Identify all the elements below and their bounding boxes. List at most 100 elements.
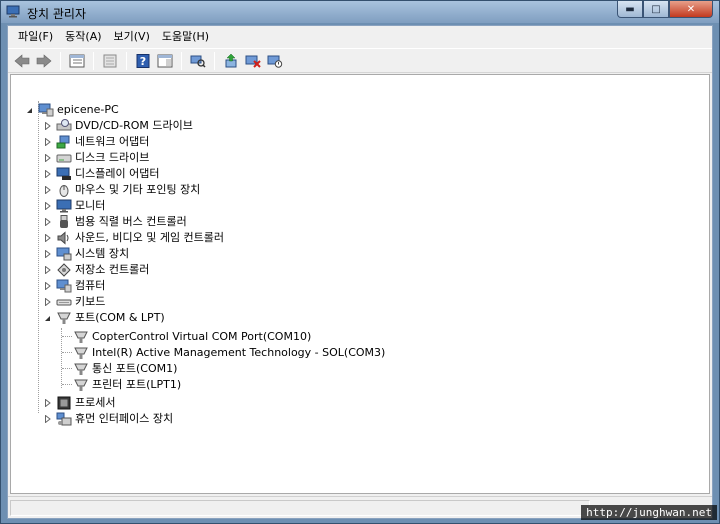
tree-node-keyboard[interactable]: 키보드 xyxy=(43,294,105,310)
tree-root-node[interactable]: epicene-PC xyxy=(25,102,119,118)
forward-button[interactable] xyxy=(33,51,55,71)
expand-arrow-icon[interactable] xyxy=(43,399,52,408)
minimize-button[interactable]: ▬ xyxy=(617,1,643,18)
tree-node-hid[interactable]: 휴먼 인터페이스 장치 xyxy=(43,411,173,427)
display-adapter-icon xyxy=(56,166,72,182)
tree-node-sound[interactable]: 사운드, 비디오 및 게임 컨트롤러 xyxy=(43,230,224,246)
tree-node-label: 시스템 장치 xyxy=(75,247,130,260)
tree-node-storage[interactable]: 저장소 컨트롤러 xyxy=(43,262,149,278)
disable-button[interactable] xyxy=(264,51,286,71)
dvd-drive-icon xyxy=(56,118,72,134)
tree-child-label: 통신 포트(COM1) xyxy=(92,362,178,375)
scan-hardware-button[interactable] xyxy=(187,51,209,71)
uninstall-button[interactable] xyxy=(242,51,264,71)
tree-node-system[interactable]: 시스템 장치 xyxy=(43,246,129,262)
computer-icon xyxy=(38,102,54,118)
expand-arrow-icon[interactable] xyxy=(43,298,52,307)
tree-node-ports[interactable]: 포트(COM & LPT) xyxy=(43,310,165,326)
title-bar[interactable]: 장치 관리자 ▬ □ ✕ xyxy=(1,1,719,23)
toolbar-separator xyxy=(214,51,215,70)
processor-icon xyxy=(56,395,72,411)
back-button[interactable] xyxy=(11,51,33,71)
tree-node-computer[interactable]: 컴퓨터 xyxy=(43,278,105,294)
tree-child-coptercontrol[interactable]: CopterControl Virtual COM Port(COM10) xyxy=(73,329,311,345)
port-icon xyxy=(73,377,89,393)
tree-node-label: 포트(COM & LPT) xyxy=(75,311,165,324)
close-button[interactable]: ✕ xyxy=(669,1,713,18)
collapse-arrow-icon[interactable] xyxy=(25,106,34,115)
tree-node-disk[interactable]: 디스크 드라이브 xyxy=(43,150,149,166)
system-devices-icon xyxy=(56,246,72,262)
tree-guide-line xyxy=(38,101,39,413)
sound-icon xyxy=(56,230,72,246)
storage-controller-icon xyxy=(56,262,72,278)
expand-arrow-icon[interactable] xyxy=(43,234,52,243)
tree-node-label: 저장소 컨트롤러 xyxy=(75,263,150,276)
expand-arrow-icon[interactable] xyxy=(43,266,52,275)
expand-arrow-icon[interactable] xyxy=(43,282,52,291)
gray-list-button[interactable] xyxy=(99,51,121,71)
mouse-icon xyxy=(56,182,72,198)
help-icon: ? xyxy=(136,53,150,68)
toolbar: ? xyxy=(8,48,712,73)
port-icon xyxy=(73,361,89,377)
expand-arrow-icon[interactable] xyxy=(43,250,52,259)
forward-icon xyxy=(36,53,52,68)
network-adapter-icon xyxy=(56,134,72,150)
console-pane-button[interactable] xyxy=(154,51,176,71)
update-driver-icon xyxy=(225,53,237,67)
tree-node-monitor[interactable]: 모니터 xyxy=(43,198,105,214)
tree-node-network[interactable]: 네트워크 어댑터 xyxy=(43,134,149,150)
gray-list-icon xyxy=(103,54,117,67)
menu-view[interactable]: 보기(V) xyxy=(108,28,156,46)
tree-node-label: 휴먼 인터페이스 장치 xyxy=(75,412,174,425)
expand-arrow-icon[interactable] xyxy=(43,122,52,131)
tree-child-label: Intel(R) Active Management Technology - … xyxy=(92,346,386,359)
tree-node-label: 디스플레이 어댑터 xyxy=(75,167,160,180)
expand-arrow-icon[interactable] xyxy=(43,202,52,211)
expand-arrow-icon[interactable] xyxy=(43,154,52,163)
tree-child-lpt1[interactable]: 프린터 포트(LPT1) xyxy=(73,377,181,393)
maximize-button[interactable]: □ xyxy=(643,1,669,18)
toolbar-separator xyxy=(181,51,182,70)
menu-file[interactable]: 파일(F) xyxy=(12,28,59,46)
expand-arrow-icon[interactable] xyxy=(43,138,52,147)
tree-guide-line xyxy=(62,368,72,369)
tree-guide-line xyxy=(62,336,72,337)
tree-guide-line xyxy=(62,384,72,385)
expand-arrow-icon[interactable] xyxy=(43,170,52,179)
toolbar-separator xyxy=(126,51,127,70)
tree-node-display[interactable]: 디스플레이 어댑터 xyxy=(43,166,159,182)
tree-node-usb[interactable]: 범용 직렬 버스 컨트롤러 xyxy=(43,214,187,230)
tree-node-processor[interactable]: 프로세서 xyxy=(43,395,115,411)
tree-node-mouse[interactable]: 마우스 및 기타 포인팅 장치 xyxy=(43,182,200,198)
expand-arrow-icon[interactable] xyxy=(43,186,52,195)
hid-icon xyxy=(56,411,72,427)
svg-text:?: ? xyxy=(140,55,146,68)
collapse-arrow-icon[interactable] xyxy=(43,314,52,323)
tree-node-label: 모니터 xyxy=(75,199,106,212)
tree-node-label: 범용 직렬 버스 컨트롤러 xyxy=(75,215,187,228)
properties-list-button[interactable] xyxy=(66,51,88,71)
port-icon xyxy=(73,345,89,361)
help-button[interactable]: ? xyxy=(132,51,154,71)
client-area: 파일(F) 동작(A) 보기(V) 도움말(H) ? epicene-PC DV… xyxy=(7,25,713,519)
menu-action[interactable]: 동작(A) xyxy=(59,28,107,46)
tree-child-intel-amt[interactable]: Intel(R) Active Management Technology - … xyxy=(73,345,385,361)
monitor-icon xyxy=(56,198,72,214)
menu-bar: 파일(F) 동작(A) 보기(V) 도움말(H) xyxy=(8,26,712,48)
window-title: 장치 관리자 xyxy=(27,7,87,21)
update-driver-button[interactable] xyxy=(220,51,242,71)
expand-arrow-icon[interactable] xyxy=(43,218,52,227)
status-pane xyxy=(10,500,590,516)
tree-child-com1[interactable]: 통신 포트(COM1) xyxy=(73,361,177,377)
console-pane-icon xyxy=(157,54,173,67)
menu-help[interactable]: 도움말(H) xyxy=(156,28,215,46)
disable-icon xyxy=(267,55,283,68)
device-tree[interactable]: epicene-PC DVD/CD-ROM 드라이브 네트워크 어댑터 디스크 … xyxy=(10,74,710,494)
tree-root-label: epicene-PC xyxy=(57,103,119,116)
expand-arrow-icon[interactable] xyxy=(43,415,52,424)
uninstall-icon xyxy=(245,55,261,68)
tree-guide-line xyxy=(61,328,62,388)
tree-node-dvd[interactable]: DVD/CD-ROM 드라이브 xyxy=(43,118,193,134)
